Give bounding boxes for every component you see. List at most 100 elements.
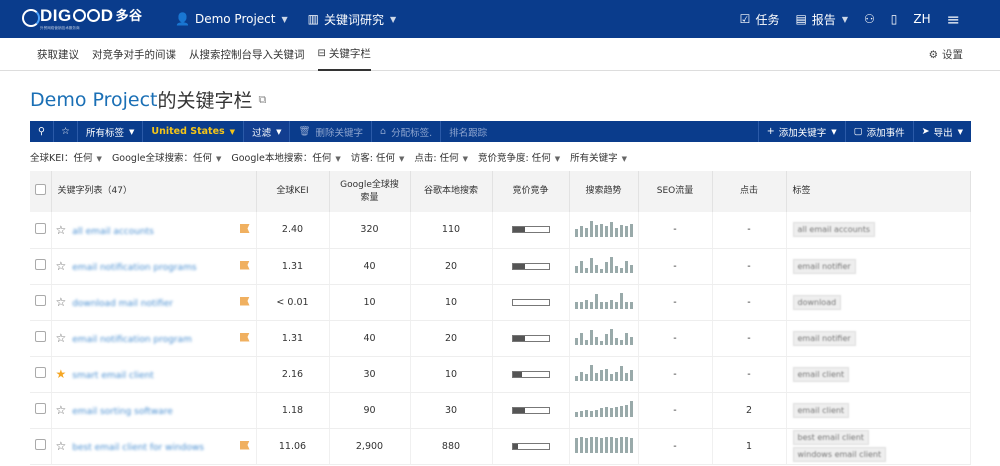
- table-row[interactable]: ☆ download mail notifier < 0.01 10 10- - downl…: [30, 284, 971, 321]
- assign-tags-button[interactable]: ⌂ 分配标签.: [372, 121, 442, 142]
- keyword-link[interactable]: all email accounts: [72, 227, 154, 237]
- filter-competition[interactable]: 竞价竞争度: 任何 ▼: [478, 150, 560, 164]
- col-keyword[interactable]: 关键字列表（47）: [51, 171, 257, 212]
- filter-local-search[interactable]: Google本地搜索：任何 ▼: [231, 150, 340, 164]
- star-icon[interactable]: ☆: [56, 223, 67, 237]
- tag-chip[interactable]: download: [792, 294, 842, 310]
- star-icon[interactable]: ☆: [56, 331, 67, 345]
- col-kei[interactable]: 全球KEI: [256, 171, 330, 212]
- settings-button[interactable]: ⚙ 设置: [929, 38, 963, 71]
- tasks-button[interactable]: ☑ 任务: [732, 0, 788, 38]
- delete-keywords-button[interactable]: 🗑 删除关键字: [290, 121, 373, 142]
- row-checkbox[interactable]: [34, 222, 46, 234]
- language-button[interactable]: ZH: [905, 0, 938, 38]
- keyword-link[interactable]: best email client for windows: [72, 443, 204, 453]
- table-row[interactable]: ☆ all email accounts 2.40 320 110- - all email…: [30, 212, 971, 249]
- subnav-competitor-spy[interactable]: 对竞争对手的间谍: [92, 38, 176, 71]
- keyword-research-dropdown[interactable]: ▥ 关键词研究 ▼: [298, 0, 407, 38]
- flag-icon[interactable]: [239, 224, 250, 233]
- keyword-link[interactable]: download mail notifier: [72, 299, 173, 309]
- copy-icon[interactable]: ⧉: [259, 93, 267, 107]
- tasks-label: 任务: [755, 12, 780, 27]
- account-button[interactable]: ⚇: [856, 0, 883, 38]
- filter-all-keywords[interactable]: 所有关键字 ▼: [570, 150, 627, 164]
- table-row[interactable]: ★ smart email client 2.16 30 10- - email clien…: [30, 356, 971, 393]
- row-select-cell[interactable]: [30, 284, 52, 321]
- filter-kei[interactable]: 全球KEI：任何 ▼: [30, 150, 102, 164]
- select-all-cell[interactable]: [30, 171, 52, 212]
- search-button[interactable]: ⚲: [30, 121, 54, 142]
- flag-icon[interactable]: [239, 296, 250, 306]
- help-button[interactable]: ▯: [883, 0, 906, 38]
- filter-visitors[interactable]: 访客: 任何 ▼: [351, 150, 405, 164]
- col-competition[interactable]: 竞价竞争: [492, 171, 570, 212]
- row-checkbox[interactable]: [34, 331, 46, 342]
- row-select-cell[interactable]: [30, 212, 52, 249]
- row-checkbox[interactable]: [34, 295, 46, 306]
- tag-chip[interactable]: email notifier: [792, 330, 856, 346]
- country-dropdown[interactable]: United States ▼: [143, 121, 245, 142]
- row-select-cell[interactable]: [30, 320, 52, 357]
- menu-button[interactable]: ≡: [939, 0, 1000, 38]
- competition-cell: [492, 284, 570, 321]
- col-global-search[interactable]: Google全球搜 索量: [329, 171, 411, 212]
- flag-icon[interactable]: [239, 332, 250, 342]
- table-row[interactable]: ☆ email notification programs 1.31 40 20- - em…: [30, 248, 971, 285]
- select-all-checkbox[interactable]: [34, 183, 46, 195]
- competition-bar: [511, 226, 550, 234]
- star-icon[interactable]: ☆: [56, 295, 67, 309]
- project-dropdown[interactable]: 👤 Demo Project ▼: [165, 0, 298, 38]
- row-checkbox[interactable]: [34, 367, 46, 378]
- keyword-link[interactable]: smart email client: [72, 371, 153, 381]
- subnav-suggestions[interactable]: 获取建议: [37, 38, 79, 71]
- favorite-filter-button[interactable]: ☆: [54, 121, 78, 142]
- all-tags-dropdown[interactable]: 所有标签 ▼: [78, 121, 144, 142]
- trend-bar: [589, 258, 593, 273]
- col-local-search[interactable]: 谷歌本地搜索: [410, 171, 493, 212]
- row-select-cell[interactable]: [30, 392, 52, 429]
- row-checkbox[interactable]: [34, 439, 46, 450]
- row-select-cell[interactable]: [30, 428, 52, 465]
- star-icon[interactable]: ☆: [56, 259, 67, 273]
- tag-chip[interactable]: email client: [792, 402, 850, 418]
- row-select-cell[interactable]: [30, 248, 52, 285]
- flag-icon[interactable]: [239, 260, 250, 270]
- kei-cell: 2.40: [256, 212, 330, 249]
- col-seo[interactable]: SEO流量: [638, 171, 713, 212]
- filter-dropdown[interactable]: 过滤 ▼: [244, 121, 291, 142]
- col-clicks[interactable]: 点击: [712, 171, 787, 212]
- star-icon[interactable]: ☆: [56, 439, 67, 453]
- flag-icon[interactable]: [239, 440, 250, 450]
- row-checkbox[interactable]: [34, 259, 46, 270]
- subnav-keyword-basket[interactable]: ⊟ 关键字栏: [317, 38, 371, 71]
- keyword-link[interactable]: email notification programs: [72, 263, 196, 273]
- tag-chip[interactable]: windows email client: [792, 447, 887, 462]
- tags-cell: best email client windows email client: [786, 428, 971, 465]
- tag-chip[interactable]: email notifier: [792, 258, 856, 274]
- rank-tracking-button[interactable]: 排名跟踪: [441, 121, 495, 142]
- filter-clicks[interactable]: 点击: 任何 ▼: [414, 150, 468, 164]
- row-select-cell[interactable]: [30, 356, 52, 393]
- star-icon[interactable]: ★: [56, 367, 67, 381]
- subnav-import-console[interactable]: 从搜索控制台导入关键词: [189, 38, 305, 71]
- add-event-button[interactable]: ▢ 添加事件: [844, 121, 913, 142]
- chevron-down-icon: ▼: [841, 14, 848, 24]
- global-search-cell: 320: [329, 212, 411, 249]
- keyword-link[interactable]: email sorting software: [72, 407, 173, 417]
- export-dropdown[interactable]: ➤ 导出 ▼: [912, 121, 971, 142]
- col-tags[interactable]: 标签: [786, 171, 971, 212]
- reports-dropdown[interactable]: ▤ 报告 ▼: [787, 0, 856, 38]
- filter-global-search[interactable]: Google全球搜索：任何 ▼: [112, 150, 221, 164]
- table-row[interactable]: ☆ best email client for windows 11.06 2,900…: [30, 428, 971, 465]
- tag-chip[interactable]: best email client: [792, 430, 869, 445]
- tag-chip[interactable]: all email accounts: [792, 222, 876, 238]
- tag-chip[interactable]: email client: [792, 366, 850, 382]
- trend-bar: [594, 265, 598, 273]
- keyword-link[interactable]: email notification program: [72, 335, 192, 345]
- col-trend[interactable]: 搜索趋势: [569, 171, 639, 212]
- star-icon[interactable]: ☆: [56, 403, 67, 417]
- table-row[interactable]: ☆ email notification program 1.31 40 20- - ema…: [30, 320, 971, 357]
- add-keyword-dropdown[interactable]: + 添加关键字 ▼: [757, 121, 845, 142]
- table-row[interactable]: ☆ email sorting software 1.18 90 30 -2 email c…: [30, 392, 971, 429]
- row-checkbox[interactable]: [34, 403, 46, 414]
